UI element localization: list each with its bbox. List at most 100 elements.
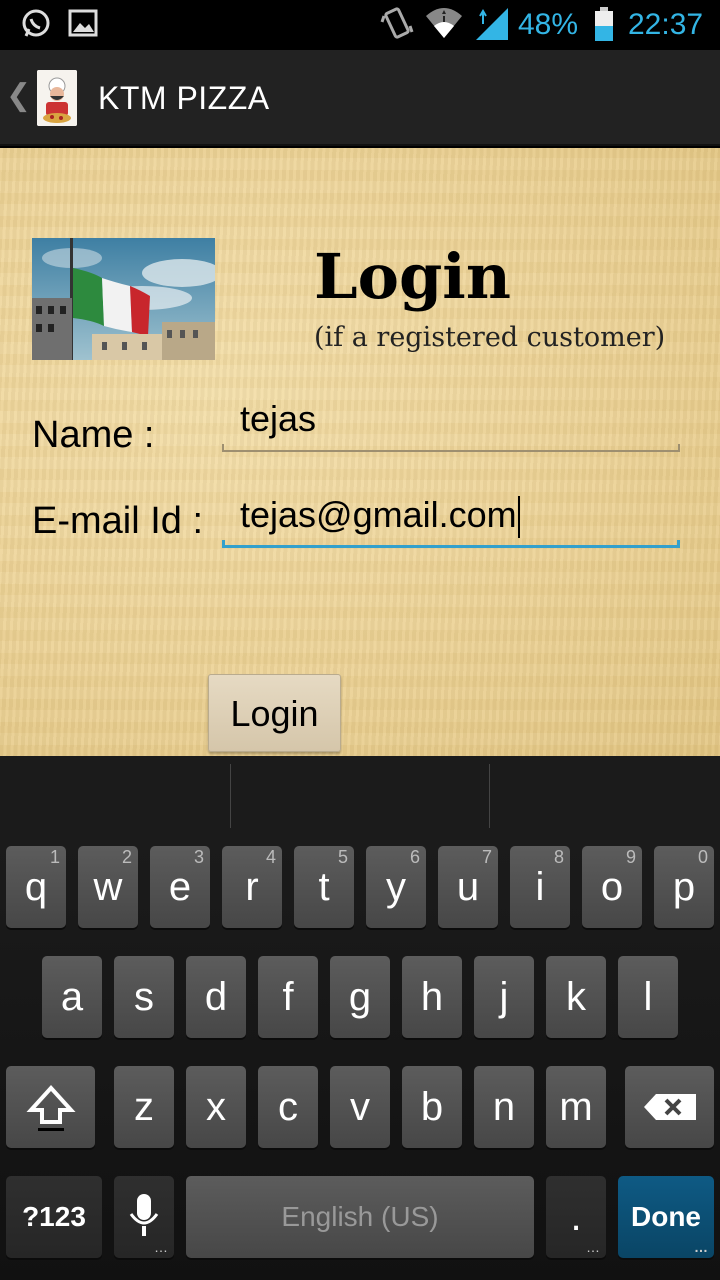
name-input-value: tejas [240,398,317,439]
key-hint: 8 [553,847,564,867]
screen: 48% 22:37 ❮ KTM PIZZA Login (if a regist… [0,0,720,1280]
key-label: p [672,865,696,909]
text-cursor [517,496,520,539]
key-label: n [492,1085,516,1129]
key-p[interactable]: p0 [654,846,714,928]
key-z[interactable]: z [114,1066,174,1148]
key-g[interactable]: g [330,956,390,1038]
login-screen: Login (if a registered customer) Name : … [0,148,720,756]
more-indicator: … [694,1239,708,1255]
key-a[interactable]: a [42,956,102,1038]
key-label: z [134,1085,154,1129]
key-label: i [535,865,545,909]
key-label: w [93,865,123,909]
key-label: a [60,975,84,1019]
back-chevron-icon[interactable]: ❮ [6,78,31,113]
key-w[interactable]: w2 [78,846,138,928]
key-label: d [204,975,228,1019]
period-key[interactable]: . … [546,1176,606,1258]
email-input[interactable]: tejas@gmail.com [222,488,680,548]
key-label: k [566,975,586,1019]
key-t[interactable]: t5 [294,846,354,928]
status-bar: 48% 22:37 [0,0,720,50]
key-hint: 4 [265,847,276,867]
key-label: o [600,865,624,909]
key-label: b [420,1085,444,1129]
key-hint: 3 [193,847,204,867]
key-label: t [318,865,330,909]
app-logo[interactable] [37,70,77,126]
shift-key[interactable] [6,1066,95,1148]
key-hint: 5 [337,847,348,867]
key-j[interactable]: j [474,956,534,1038]
key-c[interactable]: c [258,1066,318,1148]
key-label: h [420,975,444,1019]
key-s[interactable]: s [114,956,174,1038]
key-r[interactable]: r4 [222,846,282,928]
key-label: l [643,975,653,1019]
key-m[interactable]: m [546,1066,606,1148]
email-input-value: tejas@gmail.com [240,494,517,535]
more-indicator: … [586,1239,600,1255]
italy-flag-image [32,238,215,360]
key-k[interactable]: k [546,956,606,1038]
page-subtitle: (if a registered customer) [314,322,666,353]
key-label: v [350,1085,370,1129]
login-button[interactable]: Login [208,674,341,752]
key-hint: 7 [481,847,492,867]
battery-percent: 48% [518,8,579,41]
key-q[interactable]: q1 [6,846,66,928]
action-bar: ❮ KTM PIZZA [0,50,720,146]
key-hint: 9 [625,847,636,867]
key-label: f [282,975,294,1019]
battery-icon [593,6,615,47]
key-hint: 1 [49,847,60,867]
wifi-icon [424,6,464,45]
key-u[interactable]: u7 [438,846,498,928]
app-title: KTM PIZZA [98,80,270,116]
page-title: Login [314,240,511,313]
more-indicator: … [154,1239,168,1255]
symbols-key[interactable]: ?123 [6,1176,102,1258]
key-label: c [278,1085,298,1129]
key-f[interactable]: f [258,956,318,1038]
key-x[interactable]: x [186,1066,246,1148]
key-n[interactable]: n [474,1066,534,1148]
key-hint: 6 [409,847,420,867]
space-key[interactable]: English (US) [186,1176,534,1258]
key-label: r [245,865,259,909]
key-label: m [559,1085,593,1129]
backspace-key[interactable] [625,1066,714,1148]
key-y[interactable]: y6 [366,846,426,928]
suggestion-strip[interactable] [0,756,720,834]
name-input[interactable]: tejas [222,392,680,452]
email-label: E-mail Id : [32,500,204,542]
key-i[interactable]: i8 [510,846,570,928]
key-label: x [206,1085,226,1129]
key-v[interactable]: v [330,1066,390,1148]
period-key-label: . [570,1195,582,1239]
gallery-icon [68,8,98,43]
clock: 22:37 [628,8,704,41]
done-key[interactable]: Done … [618,1176,714,1258]
key-d[interactable]: d [186,956,246,1038]
key-e[interactable]: e3 [150,846,210,928]
key-o[interactable]: o9 [582,846,642,928]
backspace-icon [643,1094,696,1120]
soft-keyboard: q1w2e3r4t5y6u7i8o9p0asdfghjklzxcvbnm ?12… [0,756,720,1280]
whatsapp-icon [20,8,52,45]
key-l[interactable]: l [618,956,678,1038]
key-label: j [499,975,509,1019]
signal-icon [474,8,510,45]
vibrate-icon [380,6,414,47]
key-b[interactable]: b [402,1066,462,1148]
key-label: s [134,975,154,1019]
mic-key[interactable]: … [114,1176,174,1258]
name-label: Name : [32,414,155,456]
key-label: g [348,975,372,1019]
key-label: q [24,865,48,909]
key-label: e [168,865,192,909]
suggestion-divider [230,764,231,828]
key-h[interactable]: h [402,956,462,1038]
suggestion-divider [489,764,490,828]
